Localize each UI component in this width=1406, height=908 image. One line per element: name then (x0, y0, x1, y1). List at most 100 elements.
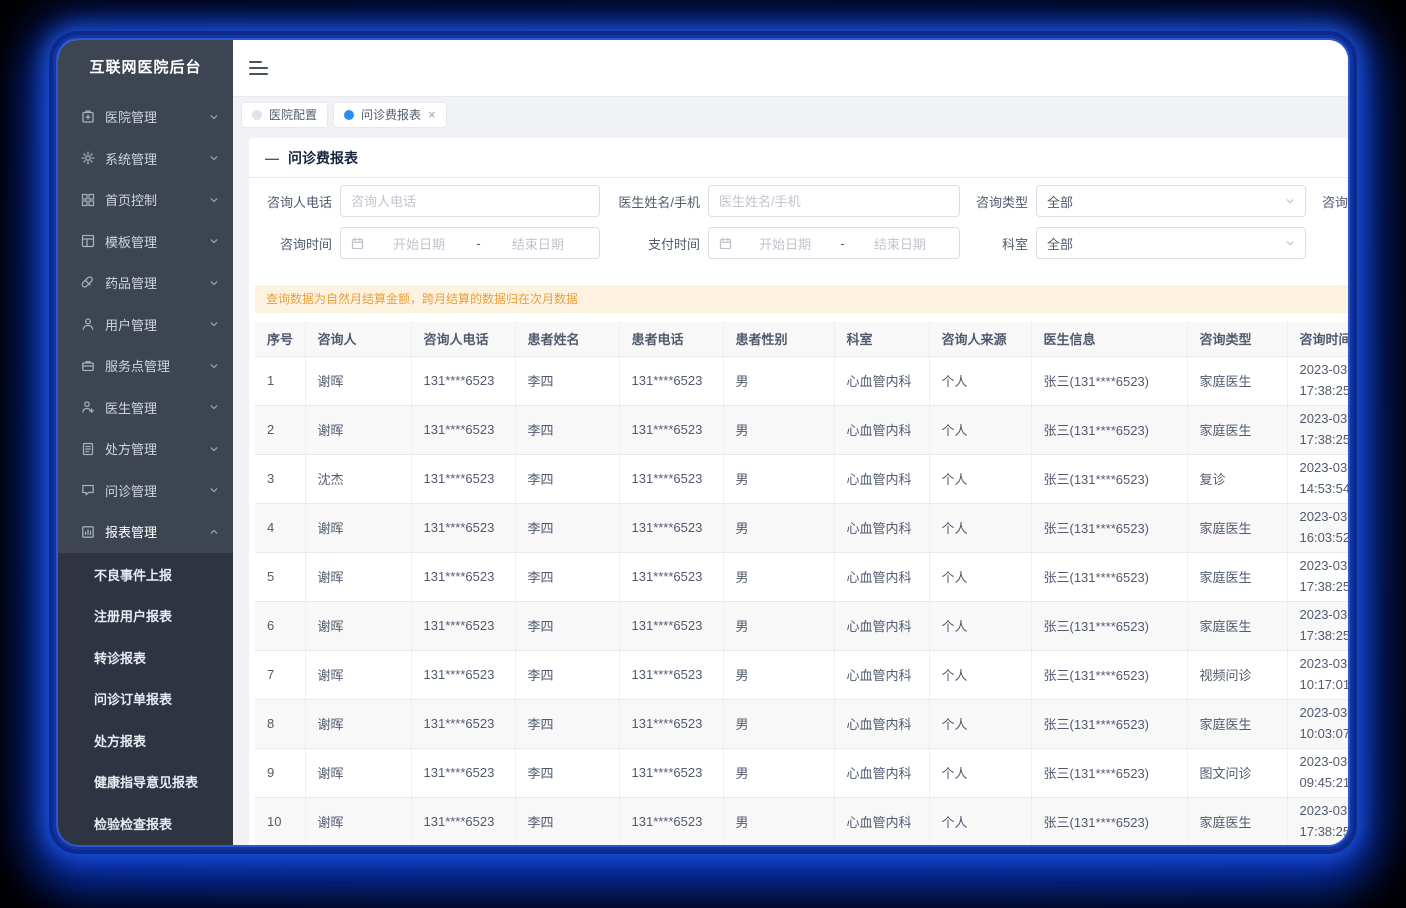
sidebar-submenu: 不良事件上报注册用户报表转诊报表问诊订单报表处方报表健康指导意见报表检验检查报表 (58, 553, 233, 846)
consult-date: 2023-03-0 (1300, 458, 1349, 478)
cell-consultant-phone: 131****6523 (411, 650, 515, 699)
cell-type: 视频问诊 (1187, 650, 1287, 699)
filter-label: 咨询时间 (267, 234, 332, 253)
date-separator: - (470, 236, 486, 251)
cell-patient: 李四 (515, 601, 619, 650)
cell-type: 家庭医生 (1187, 503, 1287, 552)
consult-date: 2023-03-0 (1300, 654, 1349, 674)
sidebar-subitem[interactable]: 注册用户报表 (58, 596, 233, 638)
main-area: 医院配置问诊费报表× — 问诊费报表 咨询人电话医生姓名/手机咨询类型全部咨询人… (233, 40, 1348, 845)
tab-active[interactable]: 问诊费报表 × (333, 102, 447, 128)
sidebar-subitem[interactable]: 健康指导意见报表 (58, 762, 233, 804)
cell-consultant: 谢晖 (305, 601, 411, 650)
start-date-placeholder: 开始日期 (368, 234, 470, 253)
user-icon (80, 316, 96, 332)
report-table-wrap: 序号咨询人咨询人电话患者姓名患者电话患者性别科室咨询人来源医生信息咨询类型咨询时… (255, 322, 1348, 845)
filter-item-doctor-name-phone: 医生姓名/手机 (616, 185, 960, 217)
notice-bar: 查询数据为自然月结算金额，跨月结算的数据归在次月数据 (255, 285, 1348, 313)
sidebar-item[interactable]: 模板管理 (58, 221, 233, 263)
date-separator: - (834, 236, 850, 251)
close-icon[interactable]: × (428, 108, 436, 121)
cell-patient-phone: 131****6523 (619, 552, 723, 601)
consult-time-daterange[interactable]: 开始日期-结束日期 (340, 227, 600, 259)
table-row: 7谢晖131****6523李四131****6523男心血管内科个人张三(13… (255, 650, 1348, 699)
cell-gender: 男 (723, 454, 834, 503)
consult-type-select[interactable]: 全部 (1036, 185, 1306, 217)
table-row: 2谢晖131****6523李四131****6523男心血管内科个人张三(13… (255, 405, 1348, 454)
tab-inactive[interactable]: 医院配置 (241, 102, 328, 128)
select-value: 全部 (1047, 192, 1285, 211)
cell-source: 个人 (929, 454, 1031, 503)
sidebar-item[interactable]: 服务点管理 (58, 345, 233, 387)
collapse-dash-icon[interactable]: — (265, 150, 279, 166)
cell-doctor: 张三(131****6523) (1031, 405, 1187, 454)
cell-patient-phone: 131****6523 (619, 503, 723, 552)
sidebar-item[interactable]: 首页控制 (58, 179, 233, 221)
filter-form: 咨询人电话医生姓名/手机咨询类型全部咨询人咨询时间开始日期-结束日期支付时间开始… (249, 178, 1348, 259)
sidebar-item-label: 问诊管理 (105, 481, 209, 500)
column-header: 咨询人电话 (411, 322, 515, 356)
cell-consultant: 谢晖 (305, 405, 411, 454)
cell-patient: 李四 (515, 797, 619, 845)
sidebar-item[interactable]: 医生管理 (58, 387, 233, 429)
cell-type: 家庭医生 (1187, 356, 1287, 405)
department-select[interactable]: 全部 (1036, 227, 1306, 259)
column-header: 科室 (834, 322, 929, 356)
cell-dept: 心血管内科 (834, 552, 929, 601)
table-row: 1谢晖131****6523李四131****6523男心血管内科个人张三(13… (255, 356, 1348, 405)
tab-label: 问诊费报表 (361, 106, 421, 123)
sidebar-item-label: 服务点管理 (105, 356, 209, 375)
cell-no: 5 (255, 552, 305, 601)
tab-label: 医院配置 (269, 106, 317, 123)
start-date-placeholder: 开始日期 (736, 234, 834, 253)
sidebar-subitem[interactable]: 处方报表 (58, 721, 233, 763)
column-header: 咨询人 (305, 322, 411, 356)
cell-dept: 心血管内科 (834, 405, 929, 454)
sidebar-item-label: 医生管理 (105, 398, 209, 417)
cell-patient-phone: 131****6523 (619, 405, 723, 454)
sidebar-item[interactable]: 用户管理 (58, 304, 233, 346)
filter-item-consult-time: 咨询时间开始日期-结束日期 (267, 227, 600, 259)
gear-icon (80, 150, 96, 166)
sidebar-item[interactable]: 问诊管理 (58, 470, 233, 512)
cell-consult-time: 2023-03-017:38:25 (1287, 552, 1348, 601)
cell-doctor: 张三(131****6523) (1031, 601, 1187, 650)
sidebar-item-label: 处方管理 (105, 439, 209, 458)
cell-doctor: 张三(131****6523) (1031, 650, 1187, 699)
cell-no: 9 (255, 748, 305, 797)
sidebar-subitem[interactable]: 检验检查报表 (58, 804, 233, 846)
sidebar-subitem[interactable]: 转诊报表 (58, 638, 233, 680)
consult-date: 2023-03-0 (1300, 556, 1349, 576)
consultant-phone-input[interactable] (340, 185, 600, 217)
cell-consultant: 谢晖 (305, 699, 411, 748)
cell-consultant: 谢晖 (305, 748, 411, 797)
sidebar-item[interactable]: 报表管理 (58, 511, 233, 553)
sidebar-subitem[interactable]: 问诊订单报表 (58, 679, 233, 721)
cell-gender: 男 (723, 552, 834, 601)
filter-item-consultant-phone: 咨询人电话 (267, 185, 600, 217)
chevron-down-icon (1285, 196, 1295, 206)
pay-time-daterange[interactable]: 开始日期-结束日期 (708, 227, 960, 259)
sidebar-item[interactable]: 系统管理 (58, 138, 233, 180)
chevron-down-icon (209, 485, 219, 495)
menu-collapse-icon[interactable] (249, 60, 269, 76)
consult-clock: 17:38:25 (1300, 822, 1349, 842)
sidebar-item[interactable]: 药品管理 (58, 262, 233, 304)
cell-patient-phone: 131****6523 (619, 797, 723, 845)
report-table: 序号咨询人咨询人电话患者姓名患者电话患者性别科室咨询人来源医生信息咨询类型咨询时… (255, 322, 1348, 845)
cell-patient: 李四 (515, 650, 619, 699)
sidebar-item[interactable]: 处方管理 (58, 428, 233, 470)
cell-patient: 李四 (515, 356, 619, 405)
cell-source: 个人 (929, 405, 1031, 454)
template-icon (80, 233, 96, 249)
doctor-name-phone-input[interactable] (708, 185, 960, 217)
cell-type: 复诊 (1187, 454, 1287, 503)
cell-consultant-phone: 131****6523 (411, 748, 515, 797)
sidebar-item[interactable]: 医院管理 (58, 96, 233, 138)
cell-consult-time: 2023-03-016:03:52 (1287, 503, 1348, 552)
cell-source: 个人 (929, 503, 1031, 552)
table-row: 4谢晖131****6523李四131****6523男心血管内科个人张三(13… (255, 503, 1348, 552)
table-row: 8谢晖131****6523李四131****6523男心血管内科个人张三(13… (255, 699, 1348, 748)
sidebar-item-label: 用户管理 (105, 315, 209, 334)
sidebar-subitem[interactable]: 不良事件上报 (58, 555, 233, 597)
